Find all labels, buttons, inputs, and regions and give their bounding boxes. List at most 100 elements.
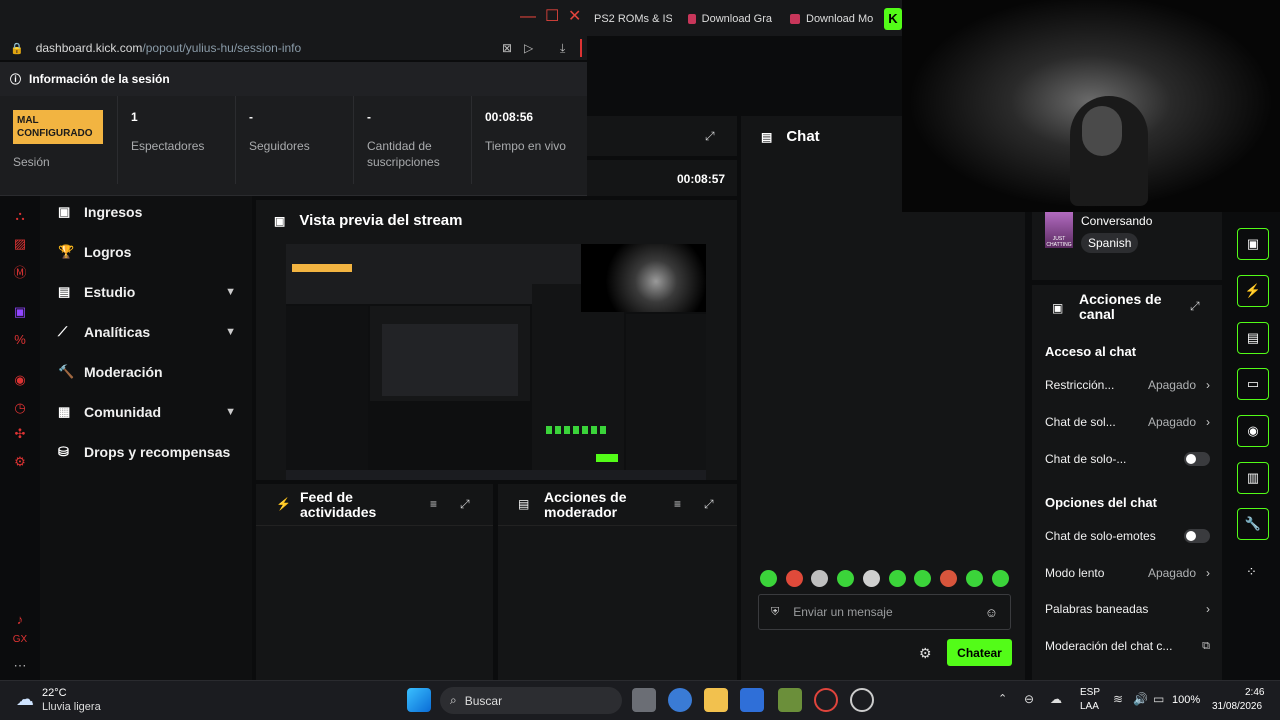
play-action-icon[interactable]: ◉ bbox=[1237, 415, 1269, 447]
battery-percent: 100% bbox=[1172, 694, 1201, 706]
emote-icon[interactable] bbox=[992, 570, 1009, 587]
address-bar[interactable]: 🔒 dashboard.kick.com/popout/yulius-hu/se… bbox=[0, 36, 587, 60]
file-explorer-icon[interactable] bbox=[704, 688, 728, 712]
app-icon[interactable] bbox=[668, 688, 692, 712]
wifi-icon[interactable]: ≋ bbox=[1113, 692, 1123, 706]
history-icon[interactable]: ◷ bbox=[12, 400, 28, 416]
subs-only-row: Chat de solo-... bbox=[1045, 452, 1210, 466]
language-tag: Spanish bbox=[1081, 233, 1139, 253]
kick-tab-icon[interactable]: K bbox=[884, 8, 902, 30]
gx-icon[interactable]: GX bbox=[12, 634, 28, 650]
wallet-icon: ▣ bbox=[58, 204, 71, 219]
restriction-row[interactable]: Restricción... Apagado › bbox=[1045, 378, 1210, 392]
language-code[interactable]: ESP bbox=[1080, 687, 1100, 698]
maps-icon[interactable]: ⛬ bbox=[12, 208, 28, 224]
sidebar-item-moderacion[interactable]: 🔨 Moderación bbox=[58, 360, 236, 384]
chat-moderation-row[interactable]: Moderación del chat c... ⧉ bbox=[1045, 639, 1210, 653]
chevron-right-icon: › bbox=[1206, 566, 1210, 580]
settings-icon[interactable]: ⚙ bbox=[12, 454, 28, 470]
task-view-icon[interactable] bbox=[632, 688, 656, 712]
expand-icon[interactable]: ⤢ bbox=[704, 497, 714, 512]
sidebar-item-logros[interactable]: 🏆 Logros bbox=[58, 240, 236, 264]
slow-mode-row[interactable]: Modo lento Apagado › bbox=[1045, 566, 1210, 580]
maximize-icon[interactable]: ☐ bbox=[545, 6, 559, 26]
clock-date[interactable]: 31/08/2026 bbox=[1212, 701, 1262, 712]
tray-icon[interactable]: ⊖ bbox=[1024, 692, 1034, 706]
obs-icon[interactable] bbox=[850, 688, 874, 712]
keyboard-layout[interactable]: LAA bbox=[1080, 701, 1099, 712]
store-icon[interactable] bbox=[740, 688, 764, 712]
sidebar-item-comunidad[interactable]: ▦ Comunidad ▼ bbox=[58, 400, 236, 424]
emote-icon[interactable] bbox=[760, 570, 777, 587]
chevron-up-icon[interactable]: ⌃ bbox=[998, 692, 1007, 705]
browser-tab-1[interactable]: PS2 ROMs & IS bbox=[588, 10, 672, 28]
stream-header: ⤢ bbox=[587, 116, 737, 156]
emote-icon[interactable] bbox=[786, 570, 803, 587]
more-icon[interactable]: ⋯ bbox=[12, 658, 28, 674]
emote-icon[interactable] bbox=[966, 570, 983, 587]
activity-feed-panel: ⚡ Feed de actividades ≡ ⤢ bbox=[256, 484, 493, 680]
list-action-icon[interactable]: ▤ bbox=[1237, 322, 1269, 354]
chat-input[interactable]: ⛨ Enviar un mensaje ☺ bbox=[758, 594, 1011, 630]
browser-tab-3[interactable]: Download Mo bbox=[790, 10, 874, 28]
chat-settings-icon[interactable]: ⚙ bbox=[919, 645, 932, 662]
extensions-icon[interactable]: ✣ bbox=[12, 426, 28, 442]
twitch-icon[interactable]: ▣ bbox=[12, 304, 28, 320]
send-icon[interactable]: ▷ bbox=[524, 41, 533, 55]
start-icon[interactable] bbox=[407, 688, 431, 712]
radio-icon[interactable]: ◉ bbox=[12, 372, 28, 388]
stat-followers: - Seguidores bbox=[236, 96, 354, 184]
expand-icon[interactable]: ⤢ bbox=[1190, 299, 1200, 314]
browser-tab-2[interactable]: Download Gra bbox=[688, 10, 772, 28]
volume-icon[interactable]: 🔊 bbox=[1133, 692, 1148, 706]
sidebar-item-estudio[interactable]: ▤ Estudio ▼ bbox=[58, 280, 236, 304]
stream-preview-video[interactable] bbox=[286, 244, 706, 480]
preview-header: ▣ Vista previa del stream bbox=[274, 212, 463, 229]
expand-icon[interactable]: ⤢ bbox=[460, 497, 470, 512]
bolt-action-icon[interactable]: ⚡ bbox=[1237, 275, 1269, 307]
emote-icon[interactable] bbox=[811, 570, 828, 587]
cloud-icon[interactable]: ☁ bbox=[1050, 692, 1062, 706]
mail-icon[interactable]: Ⓜ bbox=[12, 262, 28, 280]
sidebar-item-drops[interactable]: ⛁ Drops y recompensas bbox=[58, 440, 236, 464]
minimize-icon[interactable]: — bbox=[520, 8, 536, 26]
sidebar-item-analiticas[interactable]: ⟋ Analíticas ▼ bbox=[58, 320, 236, 344]
download-icon[interactable]: ⤓ bbox=[560, 41, 565, 56]
sidebar-item-ingresos[interactable]: ▣ Ingresos bbox=[58, 200, 236, 224]
close-icon[interactable]: ✕ bbox=[568, 6, 581, 26]
chat-action-icon[interactable]: ▭ bbox=[1237, 368, 1269, 400]
wrench-action-icon[interactable]: 🔧 bbox=[1237, 508, 1269, 540]
subs-only-toggle[interactable] bbox=[1184, 452, 1210, 466]
expand-icon[interactable]: ⤢ bbox=[705, 129, 715, 144]
opera-gx-icon[interactable] bbox=[814, 688, 838, 712]
video-action-icon[interactable]: ▣ bbox=[1237, 228, 1269, 260]
filter-icon[interactable]: ≡ bbox=[430, 497, 437, 511]
music-icon[interactable]: ♪ bbox=[12, 612, 28, 628]
session-header: ⓘ Información de la sesión bbox=[0, 62, 587, 96]
preview-title: Vista previa del stream bbox=[299, 212, 463, 229]
emote-only-toggle[interactable] bbox=[1184, 529, 1210, 543]
emote-icon[interactable] bbox=[940, 570, 957, 587]
more-actions-icon[interactable]: ⁘ bbox=[1246, 564, 1257, 580]
battery-icon[interactable]: ▭ bbox=[1153, 692, 1164, 706]
followers-only-row[interactable]: Chat de sol... Apagado › bbox=[1045, 415, 1210, 429]
weather-icon[interactable]: ☁ bbox=[16, 689, 34, 710]
player-icon[interactable]: ▨ bbox=[12, 236, 28, 252]
browser-sidebar: ⛬ ▨ Ⓜ ▣ % ◉ ◷ ✣ ⚙ ♪ GX ⋯ bbox=[0, 196, 40, 680]
emote-icon[interactable] bbox=[889, 570, 906, 587]
clock-time[interactable]: 2:46 bbox=[1245, 687, 1264, 698]
taskbar-search[interactable]: ⌕ Buscar bbox=[440, 687, 622, 714]
banned-words-row[interactable]: Palabras baneadas › bbox=[1045, 602, 1210, 616]
percent-icon[interactable]: % bbox=[12, 332, 28, 348]
emoji-icon[interactable]: ☺ bbox=[985, 605, 998, 620]
emote-icon[interactable] bbox=[837, 570, 854, 587]
emote-icon[interactable] bbox=[863, 570, 880, 587]
video-icon: ▣ bbox=[274, 213, 286, 228]
emote-icon[interactable] bbox=[914, 570, 931, 587]
channel-action-icon[interactable]: ▥ bbox=[1237, 462, 1269, 494]
filter-icon[interactable]: ≡ bbox=[674, 497, 681, 511]
minecraft-icon[interactable] bbox=[778, 688, 802, 712]
block-icon[interactable]: ⊠ bbox=[502, 41, 512, 55]
send-chat-button[interactable]: Chatear bbox=[947, 639, 1012, 666]
timer-bar: 00:08:57 bbox=[587, 160, 737, 196]
